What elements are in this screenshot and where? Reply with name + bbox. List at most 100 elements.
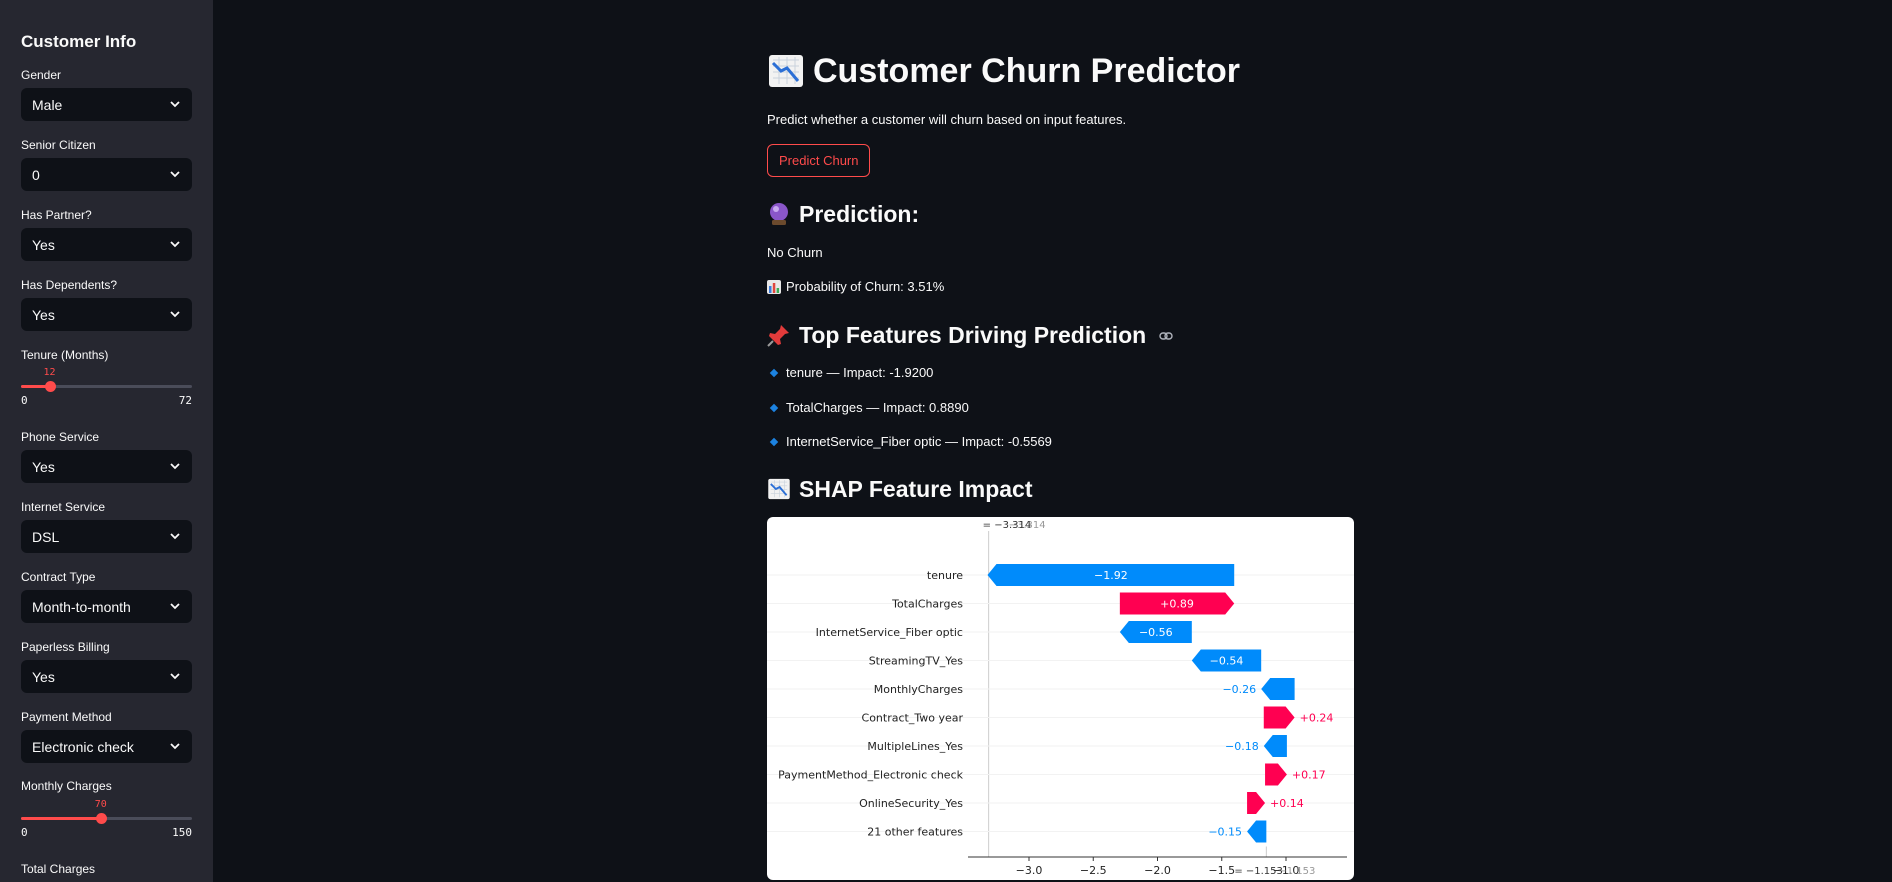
chart-decreasing-icon (768, 479, 790, 500)
shap-value-label: −0.56 (1139, 626, 1173, 639)
partner-label: Has Partner? (21, 208, 92, 222)
prediction-result: No Churn (767, 245, 823, 260)
shap-heading: SHAP Feature Impact (767, 476, 1032, 503)
page-title: Customer Churn Predictor (767, 52, 1240, 91)
slider-thumb[interactable] (95, 813, 107, 824)
gender-select[interactable]: Male (21, 88, 192, 121)
sidebar: Customer Info Gender Male Senior Citizen… (0, 0, 213, 882)
shap-value-label: −0.15 (1208, 826, 1242, 839)
diamond-bullet-icon (769, 368, 779, 378)
diamond-bullet-icon (769, 437, 779, 447)
shap-bar (1261, 678, 1295, 700)
internet-service-select[interactable]: DSL (21, 520, 192, 553)
contract-type-value: Month-to-month (32, 599, 131, 615)
feature-name-label: PaymentMethod_Electronic check (778, 769, 963, 782)
shap-value-label: −0.54 (1210, 655, 1244, 668)
internet-service-value: DSL (32, 529, 60, 545)
feature-name-label: StreamingTV_Yes (869, 655, 964, 668)
chevron-down-icon (170, 533, 180, 540)
sidebar-title: Customer Info (21, 32, 137, 51)
dependents-label: Has Dependents? (21, 278, 118, 292)
feature-item: InternetService_Fiber optic — Impact: -0… (767, 434, 1052, 449)
x-tick-label: −1.5 (1208, 864, 1235, 877)
shap-value-label: +0.24 (1300, 712, 1334, 725)
slider-max: 72 (178, 394, 192, 407)
feature-name-label: InternetService_Fiber optic (816, 626, 963, 639)
predict-churn-button[interactable]: Predict Churn (767, 144, 871, 177)
chevron-down-icon (170, 171, 180, 178)
shap-value-label: −0.26 (1222, 683, 1256, 696)
payment-method-value: Electronic check (32, 739, 134, 755)
internet-service-label: Internet Service (21, 500, 106, 514)
senior-citizen-label: Senior Citizen (21, 138, 96, 152)
phone-service-label: Phone Service (21, 430, 100, 444)
shap-value-label: +0.17 (1292, 769, 1326, 782)
page-title-text: Customer Churn Predictor (813, 52, 1240, 90)
crystal-ball-icon (770, 203, 788, 226)
slider-thumb[interactable] (44, 381, 56, 392)
chevron-down-icon (170, 311, 180, 318)
chevron-down-icon (170, 743, 180, 750)
senior-citizen-value: 0 (32, 167, 40, 183)
contract-type-select[interactable]: Month-to-month (21, 590, 192, 623)
top-features-heading-text: Top Features Driving Prediction (799, 322, 1147, 348)
dependents-select[interactable]: Yes (21, 298, 192, 331)
feature-name-label: MonthlyCharges (874, 683, 964, 696)
feature-item: tenure — Impact: -1.9200 (767, 365, 933, 380)
main-content: Customer Churn Predictor Predict whether… (767, 0, 1357, 882)
page-subtitle: Predict whether a customer will churn ba… (767, 112, 1127, 127)
slider-current-value: 12 (43, 367, 56, 378)
feature-item-text: TotalCharges — Impact: 0.8890 (786, 400, 969, 415)
probability-line: Probability of Churn: 3.51% (767, 279, 944, 294)
prediction-heading: Prediction: (767, 201, 919, 228)
feature-name-label: 21 other features (867, 826, 963, 839)
senior-citizen-select[interactable]: 0 (21, 158, 192, 191)
shap-value-label: +0.14 (1270, 797, 1304, 810)
shap-bar (1263, 706, 1295, 729)
shap-bar (1247, 792, 1266, 814)
chevron-down-icon (170, 673, 180, 680)
tenure-label: Tenure (Months) (21, 348, 109, 362)
chevron-down-icon (170, 241, 180, 248)
shap-bar (1265, 763, 1287, 786)
slider-min: 0 (21, 394, 28, 407)
shap-value-label: +0.89 (1160, 598, 1194, 611)
gender-label: Gender (21, 68, 62, 82)
chart-decreasing-icon (769, 55, 803, 88)
total-charges-label: Total Charges (21, 862, 96, 876)
base-value-label: = −1.153 (1234, 866, 1283, 877)
tenure-slider[interactable]: 12 0 72 (21, 367, 192, 415)
partner-select[interactable]: Yes (21, 228, 192, 261)
contract-type-label: Contract Type (21, 570, 96, 584)
x-tick-label: −2.5 (1080, 864, 1107, 877)
shap-value-label: −1.92 (1094, 569, 1128, 582)
payment-method-select[interactable]: Electronic check (21, 730, 192, 763)
shap-waterfall-plot: tenure −1.92 TotalCharges +0.89 InternetServ… (767, 517, 1354, 880)
slider-fill (21, 817, 101, 820)
slider-current-value: 70 (94, 799, 107, 810)
shap-bar (1247, 820, 1267, 843)
probability-text: Probability of Churn: 3.51% (786, 279, 945, 294)
link-icon[interactable] (1158, 331, 1173, 341)
shap-bar (1263, 735, 1287, 757)
feature-name-label: tenure (927, 569, 963, 582)
pushpin-icon (767, 325, 789, 348)
feature-name-label: TotalCharges (891, 598, 963, 611)
phone-service-select[interactable]: Yes (21, 450, 192, 483)
bar-chart-icon (767, 279, 781, 294)
monthly-charges-slider[interactable]: 70 0 150 (21, 799, 192, 847)
feature-name-label: MultipleLines_Yes (867, 740, 963, 753)
phone-service-value: Yes (32, 459, 55, 475)
base-value-ghost-label: −1.153 (1278, 866, 1315, 877)
feature-item-text: tenure — Impact: -1.9200 (786, 365, 934, 380)
top-features-heading: Top Features Driving Prediction (767, 322, 1173, 349)
feature-item: TotalCharges — Impact: 0.8890 (767, 400, 969, 415)
paperless-billing-select[interactable]: Yes (21, 660, 192, 693)
chevron-down-icon (170, 101, 180, 108)
payment-method-label: Payment Method (21, 710, 112, 724)
paperless-billing-label: Paperless Billing (21, 640, 110, 654)
slider-min: 0 (21, 826, 28, 839)
output-value-label: = −3.314 (983, 520, 1032, 531)
monthly-charges-label: Monthly Charges (21, 779, 112, 793)
shap-heading-text: SHAP Feature Impact (799, 476, 1033, 502)
